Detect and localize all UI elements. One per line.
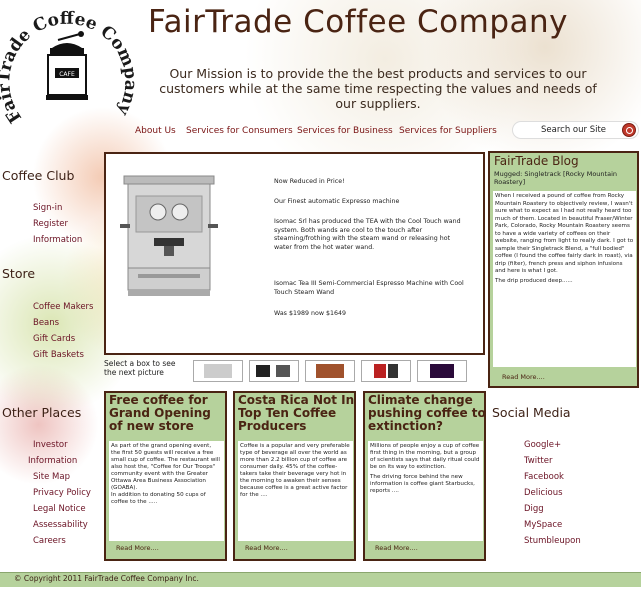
link-investor[interactable]: Investor xyxy=(33,440,68,450)
news-content: Coffee is a popular and very preferable … xyxy=(238,441,353,541)
news-card-climate-change: Climate change pushing coffee to extinct… xyxy=(363,391,486,561)
link-google-plus[interactable]: Google+ xyxy=(524,440,561,450)
link-delicious[interactable]: Delicious xyxy=(524,488,563,498)
link-digg[interactable]: Digg xyxy=(524,504,544,514)
search-icon[interactable] xyxy=(622,123,636,137)
select-box-hint: Select a box to see the next picture xyxy=(104,359,176,377)
site-title: FairTrade Coffee Company xyxy=(148,4,568,40)
blog-read-more[interactable]: Read More.... xyxy=(502,373,545,381)
thumbnail-4[interactable] xyxy=(361,360,411,382)
news-read-more[interactable]: Read More.... xyxy=(245,544,288,552)
blog-subheading: Mugged: Singletrack [Rocky Mountain Roas… xyxy=(494,170,617,186)
news-title[interactable]: Costa Rica Not In Top Ten Coffee Produce… xyxy=(238,394,356,433)
news-content: Millions of people enjoy a cup of coffee… xyxy=(368,441,483,541)
news-title[interactable]: Free coffee for Grand Opening of new sto… xyxy=(109,394,227,433)
link-twitter[interactable]: Twitter xyxy=(524,456,553,466)
news-body-2: In addition to donating 50 cups of coffe… xyxy=(111,492,206,505)
news-body: Millions of people enjoy a cup of coffee… xyxy=(370,443,480,470)
news-title[interactable]: Climate change pushing coffee to extinct… xyxy=(368,394,486,433)
link-gift-cards[interactable]: Gift Cards xyxy=(33,334,75,344)
link-sign-in[interactable]: Sign-in xyxy=(33,203,62,213)
link-careers[interactable]: Careers xyxy=(33,536,66,546)
nav-services-suppliers[interactable]: Services for Suppliers xyxy=(399,126,497,136)
coffee-club-heading: Coffee Club xyxy=(2,168,75,183)
link-stumbleupon[interactable]: Stumbleupon xyxy=(524,536,581,546)
thumbnail-1[interactable] xyxy=(193,360,243,382)
blog-body-2: The drip produced deep...... xyxy=(495,277,573,284)
espresso-machine-image xyxy=(120,175,218,296)
hero-subheadline: Our Finest automatic Expresso machine xyxy=(274,198,400,205)
hero-feature[interactable]: Now Reduced in Price! Our Finest automat… xyxy=(104,152,485,355)
search-input[interactable]: Search our Site xyxy=(512,121,639,139)
news-body-2: The driving force behind the new informa… xyxy=(370,474,475,494)
hero-product-name: Isomac Tea III Semi-Commercial Espresso … xyxy=(274,280,464,296)
blog-panel: FairTrade Blog Mugged: Singletrack [Rock… xyxy=(488,151,639,388)
link-site-map[interactable]: Site Map xyxy=(33,472,70,482)
news-content: As part of the grand opening event, the … xyxy=(109,441,224,541)
grinder-label: CAFE xyxy=(59,71,75,78)
mission-statement: Our Mission is to provide the the best p… xyxy=(159,66,597,111)
social-media-heading: Social Media xyxy=(492,405,571,420)
link-facebook[interactable]: Facebook xyxy=(524,472,564,482)
thumbnail-5[interactable] xyxy=(417,360,467,382)
link-information[interactable]: Information xyxy=(33,235,82,245)
link-privacy-policy[interactable]: Privacy Policy xyxy=(33,488,91,498)
link-assessability[interactable]: Assessability xyxy=(33,520,88,530)
news-card-grand-opening: Free coffee for Grand Opening of new sto… xyxy=(104,391,227,561)
footer-copyright: © Copyright 2011 FairTrade Coffee Compan… xyxy=(14,574,199,583)
thumbnail-3[interactable] xyxy=(305,360,355,382)
hero-description: Isomac Srl has produced the TEA with the… xyxy=(274,218,461,251)
grinder-icon: CAFE xyxy=(46,31,88,100)
hero-headline: Now Reduced in Price! xyxy=(274,178,345,185)
link-coffee-makers[interactable]: Coffee Makers xyxy=(33,302,93,312)
news-read-more[interactable]: Read More.... xyxy=(375,544,418,552)
news-body: As part of the grand opening event, the … xyxy=(111,443,220,491)
nav-about-us[interactable]: About Us xyxy=(135,126,176,136)
link-register[interactable]: Register xyxy=(33,219,68,229)
store-heading: Store xyxy=(2,266,36,281)
news-card-costa-rica: Costa Rica Not In Top Ten Coffee Produce… xyxy=(233,391,356,561)
blog-body: When I received a pound of coffee from R… xyxy=(495,193,634,274)
blog-content: When I received a pound of coffee from R… xyxy=(493,191,636,367)
nav-services-consumers[interactable]: Services for Consumers xyxy=(186,126,293,136)
link-myspace[interactable]: MySpace xyxy=(524,520,562,530)
link-gift-baskets[interactable]: Gift Baskets xyxy=(33,350,84,360)
link-investor-information[interactable]: Information xyxy=(28,456,77,466)
link-legal-notice[interactable]: Legal Notice xyxy=(33,504,86,514)
nav-services-business[interactable]: Services for Business xyxy=(297,126,393,136)
hero-price: Was $1989 now $1649 xyxy=(274,310,347,317)
news-body: Coffee is a popular and very preferable … xyxy=(240,443,350,498)
news-read-more[interactable]: Read More.... xyxy=(116,544,159,552)
thumbnail-2[interactable] xyxy=(249,360,299,382)
blog-heading: FairTrade Blog xyxy=(494,154,579,168)
other-places-heading: Other Places xyxy=(2,405,82,420)
company-logo[interactable]: FairTrade Coffee Company Inc. CAFE xyxy=(0,0,141,135)
link-beans[interactable]: Beans xyxy=(33,318,59,328)
